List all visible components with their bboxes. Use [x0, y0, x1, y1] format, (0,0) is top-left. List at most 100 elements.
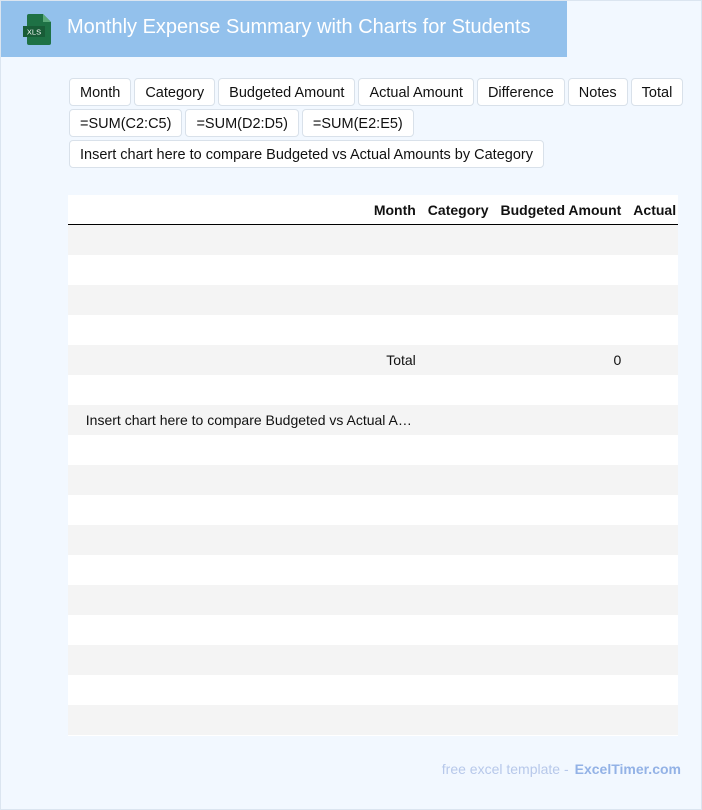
cell-category[interactable]: [422, 375, 495, 405]
cell-budgeted[interactable]: [494, 615, 627, 645]
header-chip: =SUM(E2:E5): [301, 109, 414, 137]
cell-actual[interactable]: [627, 255, 678, 285]
cell-month[interactable]: [68, 255, 422, 285]
cell-category[interactable]: [422, 435, 495, 465]
cell-month[interactable]: [68, 375, 422, 405]
cell-month[interactable]: [68, 285, 422, 315]
cell-month[interactable]: [68, 585, 422, 615]
cell-month[interactable]: [68, 555, 422, 585]
header-chip: =SUM(D2:D5): [185, 109, 299, 137]
cell-budgeted[interactable]: [494, 465, 628, 495]
table-row: 1: [68, 255, 678, 285]
cell-month[interactable]: [68, 675, 422, 705]
column-header[interactable]: Budgeted Amount: [494, 195, 628, 225]
header-chip: Notes: [567, 78, 628, 106]
table-row: 3: [68, 315, 678, 345]
cell-category[interactable]: [421, 224, 495, 255]
header-chips: Month Category Budgeted Amount Actual Amoun…: [69, 78, 702, 171]
cell-budgeted[interactable]: 0: [494, 345, 628, 375]
cell-actual[interactable]: [627, 645, 678, 675]
footer-text: free excel template -: [441, 761, 569, 777]
header-chip: Budgeted Amount: [218, 78, 356, 106]
table-row: 4: [68, 645, 678, 675]
cell-month[interactable]: [68, 495, 422, 525]
cell-actual[interactable]: [627, 675, 678, 705]
cell-budgeted[interactable]: [494, 405, 628, 435]
cell-actual[interactable]: [627, 285, 678, 315]
cell-actual[interactable]: [627, 615, 678, 645]
table-row: 2: [68, 585, 678, 615]
cell-category[interactable]: [421, 405, 495, 435]
cell-budgeted[interactable]: [494, 224, 628, 255]
cell-category[interactable]: [421, 585, 495, 615]
cell-budgeted[interactable]: [494, 705, 628, 735]
cell-category[interactable]: [422, 555, 495, 585]
cell-month[interactable]: Insert chart here to compare Budgeted vs…: [68, 405, 422, 435]
column-header[interactable]: Month: [68, 195, 422, 225]
cell-budgeted[interactable]: [494, 495, 627, 525]
header-chip: Month: [69, 78, 132, 106]
cell-actual[interactable]: [627, 465, 678, 495]
cell-actual[interactable]: [627, 495, 678, 525]
cell-actual[interactable]: [627, 525, 678, 555]
cell-month[interactable]: [68, 465, 422, 495]
table-row: 8: [68, 465, 678, 495]
cell-actual[interactable]: [627, 585, 678, 615]
cell-month[interactable]: [68, 705, 422, 735]
table-row: 5: [68, 375, 678, 405]
cell-actual[interactable]: [627, 375, 678, 405]
cell-budgeted[interactable]: [494, 675, 627, 705]
cell-month[interactable]: [68, 525, 422, 555]
cell-budgeted[interactable]: [494, 375, 627, 405]
cell-month[interactable]: [68, 645, 422, 675]
column-header[interactable]: Actual Amount: [627, 195, 678, 225]
cell-category[interactable]: [421, 705, 495, 735]
table-row: 0: [68, 525, 678, 555]
cell-actual[interactable]: [627, 705, 678, 735]
cell-budgeted[interactable]: [494, 585, 628, 615]
header-banner: XLS Monthly Expense Summary with Charts …: [1, 1, 567, 57]
cell-budgeted[interactable]: [494, 315, 627, 345]
excel-file-icon: XLS: [23, 14, 51, 45]
cell-category[interactable]: [422, 315, 495, 345]
cell-actual[interactable]: [627, 224, 678, 255]
table-row: 0: [68, 224, 678, 255]
cell-category[interactable]: [421, 645, 495, 675]
cell-category[interactable]: [421, 525, 495, 555]
table-row: 1: [68, 555, 678, 585]
cell-category[interactable]: [422, 615, 495, 645]
cell-month[interactable]: [68, 224, 422, 255]
cell-budgeted[interactable]: [494, 285, 628, 315]
table-row: 4Total0: [68, 345, 678, 375]
cell-budgeted[interactable]: [494, 555, 627, 585]
cell-month[interactable]: [68, 615, 422, 645]
cell-budgeted[interactable]: [494, 255, 627, 285]
cell-category[interactable]: [421, 345, 495, 375]
cell-actual[interactable]: [627, 405, 678, 435]
cell-budgeted[interactable]: [494, 525, 628, 555]
data-table[interactable]: MonthCategoryBudgeted AmountActual Amoun…: [68, 195, 678, 736]
cell-budgeted[interactable]: [494, 645, 628, 675]
header-chip: Category: [134, 78, 216, 106]
cell-category[interactable]: [422, 255, 495, 285]
cell-month[interactable]: [68, 435, 422, 465]
table-row: 5: [68, 675, 678, 705]
cell-budgeted[interactable]: [494, 435, 627, 465]
footer-brand-link[interactable]: ExcelTimer.com: [575, 761, 681, 777]
cell-category[interactable]: [422, 495, 495, 525]
cell-actual[interactable]: [627, 555, 678, 585]
column-header[interactable]: Category: [421, 195, 495, 225]
cell-month[interactable]: [68, 315, 422, 345]
cell-actual[interactable]: [627, 435, 678, 465]
table-row: 6: [68, 705, 678, 735]
cell-actual[interactable]: [627, 345, 678, 375]
cell-category[interactable]: [421, 285, 495, 315]
table-row: 9: [68, 495, 678, 525]
cell-category[interactable]: [421, 465, 495, 495]
cell-actual[interactable]: [627, 315, 678, 345]
cell-category[interactable]: [422, 675, 495, 705]
header-chip: Total: [630, 78, 684, 106]
footer: free excel template - ExcelTimer.com: [442, 761, 681, 777]
header-chip: Actual Amount: [358, 78, 474, 106]
cell-month[interactable]: Total: [68, 345, 422, 375]
